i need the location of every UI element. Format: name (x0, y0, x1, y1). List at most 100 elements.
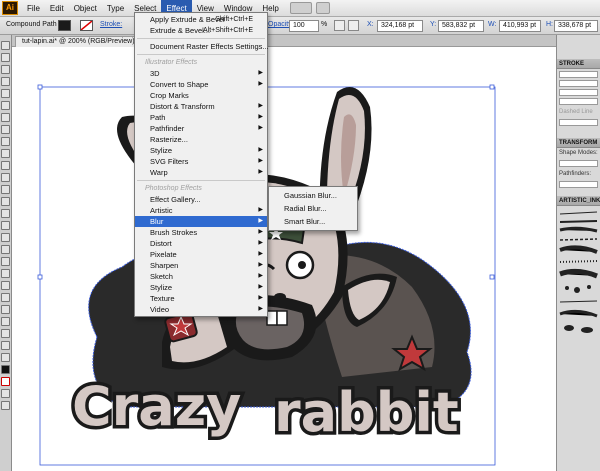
menu-item-sharpen[interactable]: Sharpen ▶ (135, 260, 267, 271)
menu-separator (137, 38, 265, 39)
menu-item-3d[interactable]: 3D ▶ (135, 68, 267, 79)
dashed-line-option[interactable]: Dashed Line (557, 107, 600, 117)
menu-item-label: Distort & Transform (150, 102, 215, 111)
blob-brush-tool-icon[interactable] (1, 161, 10, 170)
menu-item-sketch[interactable]: Sketch ▶ (135, 271, 267, 282)
submenu-arrow-icon: ▶ (258, 103, 263, 109)
menu-item-texture[interactable]: Texture ▶ (135, 293, 267, 304)
transform-panel-header[interactable]: TRANSFORM (557, 138, 600, 148)
artboard-canvas[interactable]: Crazy rabbit (12, 47, 556, 471)
menu-item-rasterize[interactable]: Rasterize... (135, 134, 267, 145)
menu-item-stylize[interactable]: Stylize ▶ (135, 282, 267, 293)
warp-tool-icon[interactable] (1, 209, 10, 218)
x-field[interactable]: 324,168 pt (377, 20, 423, 32)
gradient-tool-icon[interactable] (1, 269, 10, 278)
mesh-tool-icon[interactable] (1, 257, 10, 266)
line-tool-icon[interactable] (1, 113, 10, 122)
menu-item-pixelate[interactable]: Pixelate ▶ (135, 249, 267, 260)
stroke-swatch[interactable] (80, 20, 93, 31)
menu-item-pathfinder[interactable]: Pathfinder ▶ (135, 123, 267, 134)
effect-menu: Apply Extrude & Bevel Shift+Ctrl+E Extrud… (134, 12, 269, 317)
zoom-tool-icon[interactable] (1, 353, 10, 362)
h-field[interactable]: 338,678 pt (554, 20, 598, 32)
graph-tool-icon[interactable] (1, 245, 10, 254)
menu-item-document-raster-settings[interactable]: Document Raster Effects Settings... (135, 41, 269, 52)
menu-item-gaussian-blur[interactable]: Gaussian Blur... (269, 189, 357, 202)
menu-edit[interactable]: Edit (45, 0, 69, 17)
stroke-panel-header[interactable]: STROKE (557, 59, 600, 69)
scale-tool-icon[interactable] (1, 197, 10, 206)
document-tab[interactable]: tut-lapin.ai* @ 200% (RGB/Preview)× (15, 36, 150, 47)
shape-modes-buttons[interactable] (559, 160, 598, 167)
menu-item-effect-gallery[interactable]: Effect Gallery... (135, 194, 267, 205)
artboard-tool-icon[interactable] (1, 317, 10, 326)
drawing-mode-icon[interactable] (1, 389, 10, 398)
menu-item-video[interactable]: Video ▶ (135, 304, 267, 315)
artistic-ink-panel-header[interactable]: ARTISTIC_INK (557, 196, 600, 206)
pen-tool-icon[interactable] (1, 89, 10, 98)
document-tab-title: tut-lapin.ai* @ 200% (RGB/Preview) (22, 38, 135, 45)
eyedropper-tool-icon[interactable] (1, 281, 10, 290)
menu-item-brush-strokes[interactable]: Brush Strokes ▶ (135, 227, 267, 238)
menu-item-convert-to-shape[interactable]: Convert to Shape ▶ (135, 79, 267, 90)
symbol-sprayer-tool-icon[interactable] (1, 233, 10, 242)
w-field[interactable]: 410,993 pt (499, 20, 541, 32)
menu-item-path[interactable]: Path ▶ (135, 112, 267, 123)
selection-tool-icon[interactable] (1, 41, 10, 50)
w-label: W: (488, 21, 497, 28)
stroke-cap-field[interactable] (559, 98, 598, 105)
bridge-button[interactable] (289, 2, 312, 14)
paintbrush-tool-icon[interactable] (1, 137, 10, 146)
menu-item-smart-blur[interactable]: Smart Blur... (269, 215, 357, 228)
rabbit-artwork: Crazy rabbit (37, 84, 496, 466)
rotate-tool-icon[interactable] (1, 185, 10, 194)
dash-fields[interactable] (559, 119, 598, 126)
submenu-arrow-icon: ▶ (258, 158, 263, 164)
stroke-label[interactable]: Stroke: (100, 21, 122, 28)
eraser-tool-icon[interactable] (1, 173, 10, 182)
menu-item-label: Blur (150, 217, 164, 226)
pathfinders-buttons[interactable] (559, 181, 598, 188)
fill-swatch[interactable] (58, 20, 71, 31)
menu-type[interactable]: Type (102, 0, 129, 17)
lasso-tool-icon[interactable] (1, 77, 10, 86)
submenu-arrow-icon: ▶ (258, 229, 263, 235)
stroke-miter-field[interactable] (559, 80, 598, 87)
align-icon[interactable] (348, 20, 359, 31)
rectangle-tool-icon[interactable] (1, 125, 10, 134)
menu-item-svg-filters[interactable]: SVG Filters ▶ (135, 156, 267, 167)
magic-wand-tool-icon[interactable] (1, 65, 10, 74)
fill-color-icon[interactable] (1, 365, 10, 374)
direct-selection-tool-icon[interactable] (1, 53, 10, 62)
menu-item-warp[interactable]: Warp ▶ (135, 167, 267, 178)
opacity-field[interactable]: 100 (289, 20, 319, 32)
free-transform-tool-icon[interactable] (1, 221, 10, 230)
menu-item-distort-transform[interactable]: Distort & Transform ▶ (135, 101, 267, 112)
menu-item-blur[interactable]: Blur ▶ (135, 216, 267, 227)
screen-mode-icon[interactable] (1, 401, 10, 410)
stroke-align-field[interactable] (559, 89, 598, 96)
arrange-documents-button[interactable] (315, 2, 330, 14)
stroke-color-icon[interactable] (1, 377, 10, 386)
submenu-arrow-icon: ▶ (258, 251, 263, 257)
slice-tool-icon[interactable] (1, 329, 10, 338)
menu-item-extrude-bevel[interactable]: Extrude & Bevel... Alt+Shift+Ctrl+E (135, 25, 267, 36)
live-paint-tool-icon[interactable] (1, 305, 10, 314)
stroke-weight-field[interactable] (559, 71, 598, 78)
menu-item-artistic[interactable]: Artistic ▶ (135, 205, 267, 216)
blend-tool-icon[interactable] (1, 293, 10, 302)
menu-file[interactable]: File (22, 0, 45, 17)
type-tool-icon[interactable] (1, 101, 10, 110)
hand-tool-icon[interactable] (1, 341, 10, 350)
menu-item-radial-blur[interactable]: Radial Blur... (269, 202, 357, 215)
menu-object[interactable]: Object (69, 0, 102, 17)
menu-item-distort[interactable]: Distort ▶ (135, 238, 267, 249)
menu-item-label: Brush Strokes (150, 228, 198, 237)
menu-item-crop-marks[interactable]: Crop Marks (135, 90, 267, 101)
menu-item-apply-extrude-bevel[interactable]: Apply Extrude & Bevel Shift+Ctrl+E (135, 14, 267, 25)
pencil-tool-icon[interactable] (1, 149, 10, 158)
h-label: H: (546, 21, 553, 28)
y-field[interactable]: 583,832 pt (438, 20, 484, 32)
recolor-icon[interactable] (334, 20, 345, 31)
menu-item-stylize[interactable]: Stylize ▶ (135, 145, 267, 156)
